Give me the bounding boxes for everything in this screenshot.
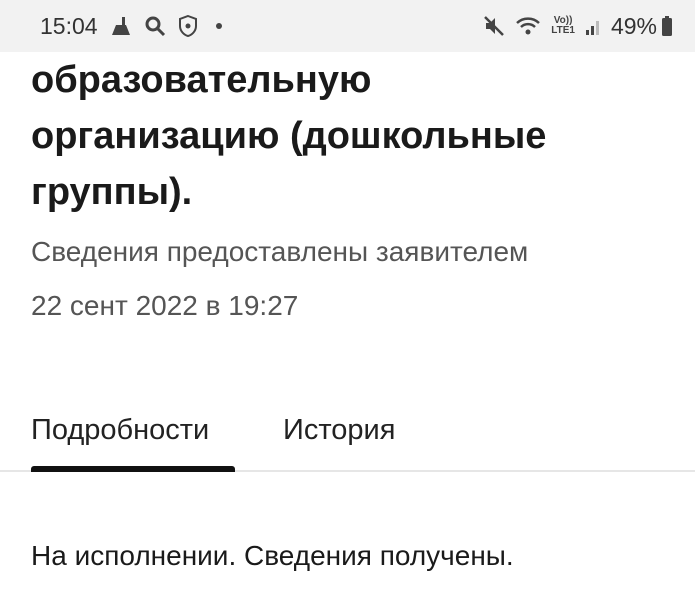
shield-icon bbox=[178, 15, 198, 37]
tab-details[interactable]: Подробности bbox=[31, 414, 209, 472]
mute-icon bbox=[483, 15, 505, 37]
battery-icon bbox=[661, 15, 673, 37]
search-icon bbox=[144, 15, 166, 37]
cleaning-icon bbox=[110, 15, 132, 37]
signal-icon bbox=[585, 16, 601, 36]
status-bar: 15:04 Vo)) LTE1 49% bbox=[0, 0, 695, 52]
battery: 49% bbox=[611, 13, 673, 40]
application-status: На исполнении. Сведения получены. bbox=[31, 540, 514, 571]
volte-icon: Vo)) LTE1 bbox=[551, 16, 575, 36]
active-tab-indicator bbox=[31, 466, 235, 472]
volte-bottom-label: LTE1 bbox=[551, 25, 575, 36]
title-line: группы). bbox=[31, 171, 193, 213]
notification-dot-icon bbox=[215, 23, 222, 29]
submission-date: 22 сент 2022 в 19:27 bbox=[31, 290, 299, 321]
tab-history[interactable]: История bbox=[283, 414, 395, 472]
status-bar-right: Vo)) LTE1 49% bbox=[483, 13, 673, 40]
status-bar-left: 15:04 bbox=[40, 13, 222, 40]
title-line: образовательную bbox=[31, 59, 372, 101]
page-title: образовательную организацию (дошкольные … bbox=[31, 52, 671, 220]
clock: 15:04 bbox=[40, 12, 98, 39]
tab-bar: Подробности История bbox=[0, 400, 695, 472]
wifi-icon bbox=[515, 15, 541, 37]
battery-percent: 49% bbox=[610, 12, 657, 39]
source-note: Сведения предоставлены заявителем bbox=[31, 236, 529, 267]
title-line: организацию (дошкольные bbox=[31, 115, 547, 157]
